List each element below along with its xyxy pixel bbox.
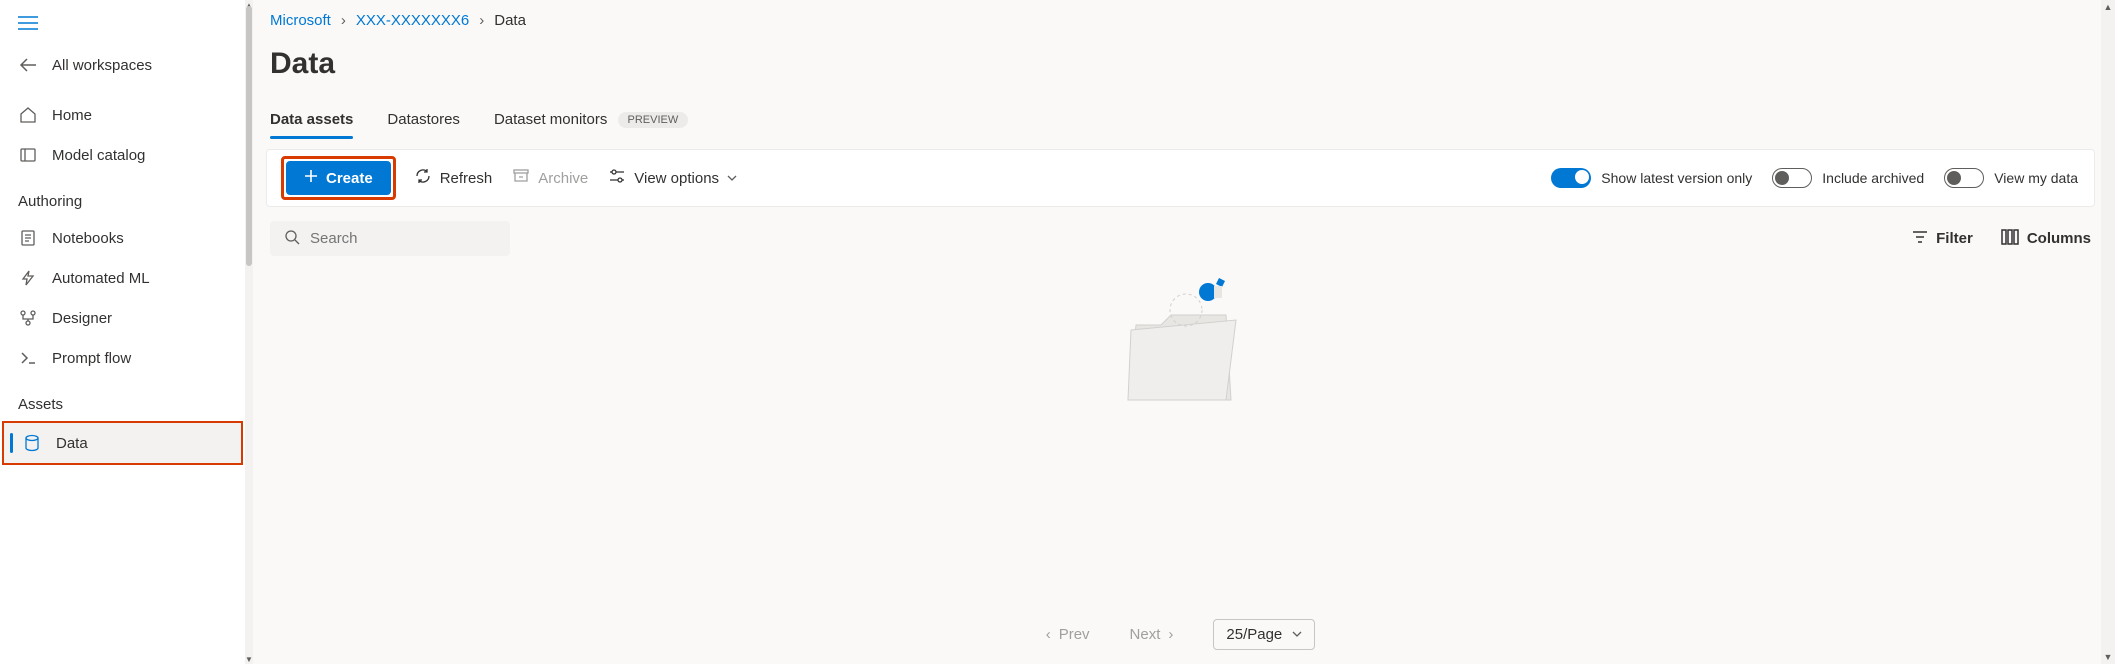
data-icon <box>22 433 42 453</box>
pagination: ‹ Prev Next › 25/Page <box>246 609 2115 664</box>
sidebar-item-automated-ml[interactable]: Automated ML <box>0 258 245 298</box>
sidebar-item-data[interactable]: Data <box>2 421 243 465</box>
create-button[interactable]: Create <box>286 161 391 195</box>
empty-state <box>246 260 2115 609</box>
breadcrumb-workspace[interactable]: XXX-XXXXXXX6 <box>356 12 469 29</box>
chevron-down-icon <box>727 170 737 187</box>
page-title: Data <box>246 33 2115 103</box>
home-icon <box>18 105 38 125</box>
archive-icon <box>512 167 530 189</box>
archive-label: Archive <box>538 170 588 187</box>
chevron-right-icon: › <box>341 12 346 29</box>
archive-button: Archive <box>512 167 588 189</box>
toggle-label: Include archived <box>1822 170 1924 186</box>
toggle-label: View my data <box>1994 170 2078 186</box>
sidebar-item-home[interactable]: Home <box>0 95 245 135</box>
breadcrumb: Microsoft › XXX-XXXXXXX6 › Data <box>246 0 2115 33</box>
refresh-label: Refresh <box>440 170 493 187</box>
sidebar-item-designer[interactable]: Designer <box>0 298 245 338</box>
breadcrumb-current: Data <box>494 12 526 29</box>
breadcrumb-root[interactable]: Microsoft <box>270 12 331 29</box>
sidebar-item-all-workspaces[interactable]: All workspaces <box>0 45 245 85</box>
columns-button[interactable]: Columns <box>2001 229 2091 249</box>
filter-label: Filter <box>1936 230 1973 247</box>
empty-folder-icon <box>1106 270 1256 423</box>
filter-icon <box>1912 229 1928 249</box>
main-content: Microsoft › XXX-XXXXXXX6 › Data Data Dat… <box>246 0 2115 664</box>
chevron-left-icon: ‹ <box>1046 626 1051 643</box>
sidebar-item-label: Prompt flow <box>52 350 131 367</box>
toolbar: Create Refresh Archive View options <box>266 149 2095 207</box>
toggle-include-archived[interactable]: Include archived <box>1772 168 1924 188</box>
create-button-label: Create <box>326 170 373 187</box>
sidebar-item-label: Designer <box>52 310 112 327</box>
chevron-down-icon <box>1292 626 1302 643</box>
view-options-button[interactable]: View options <box>608 167 737 189</box>
refresh-button[interactable]: Refresh <box>414 167 493 189</box>
tab-dataset-monitors[interactable]: Dataset monitors PREVIEW <box>494 103 688 138</box>
toggle-label: Show latest version only <box>1601 170 1752 186</box>
arrow-left-icon <box>18 55 38 75</box>
notebook-icon <box>18 228 38 248</box>
sidebar-section-authoring: Authoring <box>0 175 245 218</box>
prev-label: Prev <box>1059 626 1090 643</box>
search-input-wrapper[interactable] <box>270 221 510 256</box>
toggle-view-my-data[interactable]: View my data <box>1944 168 2078 188</box>
tabs: Data assets Datastores Dataset monitors … <box>246 103 2115 139</box>
sidebar-item-prompt-flow[interactable]: Prompt flow <box>0 338 245 378</box>
sidebar-item-model-catalog[interactable]: Model catalog <box>0 135 245 175</box>
catalog-icon <box>18 145 38 165</box>
sidebar-item-label: Home <box>52 107 92 124</box>
plus-icon <box>304 169 318 187</box>
toggle-switch[interactable] <box>1944 168 1984 188</box>
next-page-button[interactable]: Next › <box>1130 626 1174 643</box>
filter-button[interactable]: Filter <box>1912 229 1973 249</box>
toggle-switch[interactable] <box>1551 168 1591 188</box>
main-scrollbar[interactable]: ▲ ▼ <box>2101 0 2115 664</box>
designer-icon <box>18 308 38 328</box>
sidebar-item-label: All workspaces <box>52 57 152 74</box>
columns-label: Columns <box>2027 230 2091 247</box>
sidebar-item-label: Data <box>56 435 88 452</box>
sidebar: All workspaces Home Model catalog Author… <box>0 0 246 664</box>
tab-datastores[interactable]: Datastores <box>387 103 460 138</box>
toggle-show-latest[interactable]: Show latest version only <box>1551 168 1752 188</box>
prev-page-button[interactable]: ‹ Prev <box>1046 626 1090 643</box>
toggle-switch[interactable] <box>1772 168 1812 188</box>
tab-data-assets[interactable]: Data assets <box>270 103 353 138</box>
search-input[interactable] <box>310 230 496 247</box>
next-label: Next <box>1130 626 1161 643</box>
page-size-select[interactable]: 25/Page <box>1213 619 1315 650</box>
terminal-icon <box>18 348 38 368</box>
page-size-label: 25/Page <box>1226 626 1282 643</box>
sidebar-item-label: Model catalog <box>52 147 145 164</box>
search-filter-row: Filter Columns <box>246 207 2115 260</box>
lightning-icon <box>18 268 38 288</box>
chevron-right-icon: › <box>1168 626 1173 643</box>
search-icon <box>284 229 300 248</box>
sidebar-item-label: Automated ML <box>52 270 150 287</box>
tab-label: Dataset monitors <box>494 111 607 128</box>
view-options-label: View options <box>634 170 719 187</box>
create-button-highlight: Create <box>281 156 396 200</box>
sidebar-section-assets: Assets <box>0 378 245 421</box>
sidebar-item-notebooks[interactable]: Notebooks <box>0 218 245 258</box>
chevron-right-icon: › <box>479 12 484 29</box>
hamburger-menu[interactable] <box>0 8 245 45</box>
sidebar-item-label: Notebooks <box>52 230 124 247</box>
sliders-icon <box>608 167 626 189</box>
columns-icon <box>2001 229 2019 249</box>
preview-badge: PREVIEW <box>618 112 689 128</box>
refresh-icon <box>414 167 432 189</box>
